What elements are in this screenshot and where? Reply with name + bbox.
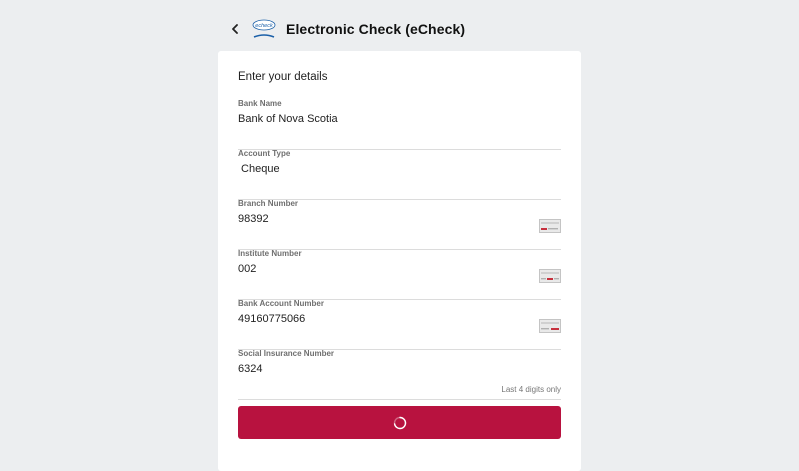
field-label: Institute Number: [238, 249, 302, 258]
bank-name-value[interactable]: Bank of Nova Scotia: [238, 113, 338, 125]
spinner-icon: [393, 416, 406, 429]
details-form-card: Enter your details Bank Name Bank of Nov…: [218, 51, 581, 471]
cheque-icon[interactable]: [539, 219, 561, 233]
branch-number-value[interactable]: 98392: [238, 213, 269, 225]
section-title: Enter your details: [238, 71, 328, 83]
bank-name-field[interactable]: Bank Name Bank of Nova Scotia: [238, 99, 561, 150]
field-label: Bank Account Number: [238, 299, 324, 308]
sin-hint: Last 4 digits only: [501, 385, 561, 394]
account-type-field[interactable]: Account Type Cheque: [238, 149, 561, 200]
page-title: Electronic Check (eCheck): [286, 21, 466, 37]
account-type-value[interactable]: Cheque: [238, 163, 280, 175]
branch-number-field[interactable]: Branch Number 98392: [238, 199, 561, 250]
institute-number-value[interactable]: 002: [238, 263, 256, 275]
field-label: Social Insurance Number: [238, 349, 335, 358]
page-header: echeck Electronic Check (eCheck): [228, 14, 465, 44]
bank-account-number-field[interactable]: Bank Account Number 49160775066: [238, 299, 561, 350]
logo-text: echeck: [255, 23, 273, 29]
field-label: Branch Number: [238, 199, 299, 208]
sin-value[interactable]: 6324: [238, 363, 262, 375]
cheque-icon[interactable]: [539, 319, 561, 333]
back-button[interactable]: [228, 22, 242, 36]
chevron-left-icon: [232, 24, 238, 34]
echeck-logo: echeck: [252, 17, 276, 41]
institute-number-field[interactable]: Institute Number 002: [238, 249, 561, 300]
cheque-icon[interactable]: [539, 269, 561, 283]
field-label: Account Type: [238, 149, 291, 158]
submit-button[interactable]: [238, 406, 561, 439]
field-label: Bank Name: [238, 99, 282, 108]
bank-account-number-value[interactable]: 49160775066: [238, 313, 305, 325]
